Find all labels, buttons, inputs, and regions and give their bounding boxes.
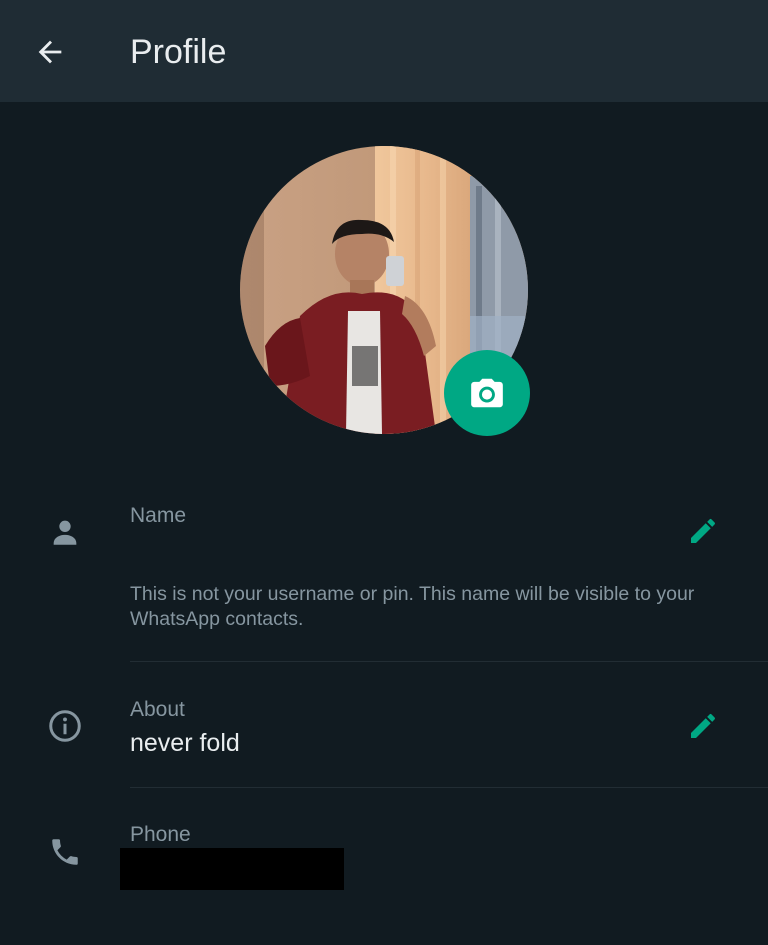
divider — [130, 661, 768, 662]
divider — [130, 787, 768, 788]
phone-label: Phone — [130, 823, 191, 846]
arrow-left-icon — [38, 40, 62, 64]
page-title: Profile — [130, 33, 227, 71]
change-photo-button[interactable] — [444, 350, 530, 436]
pencil-icon — [691, 518, 716, 543]
back-button[interactable] — [26, 28, 74, 76]
phone-value-redacted — [120, 848, 344, 890]
name-helper-text: This is not your username or pin. This n… — [130, 583, 695, 630]
pencil-icon — [691, 713, 716, 738]
camera-icon — [471, 378, 503, 408]
app-bar: Profile — [0, 0, 768, 102]
edit-name-button[interactable] — [681, 509, 725, 553]
about-label: About — [130, 698, 185, 721]
edit-about-button[interactable] — [681, 704, 725, 748]
about-value: never fold — [130, 729, 240, 757]
phone-icon — [45, 832, 85, 872]
name-label: Name — [130, 504, 187, 527]
person-icon — [45, 512, 85, 552]
info-icon — [45, 706, 85, 746]
